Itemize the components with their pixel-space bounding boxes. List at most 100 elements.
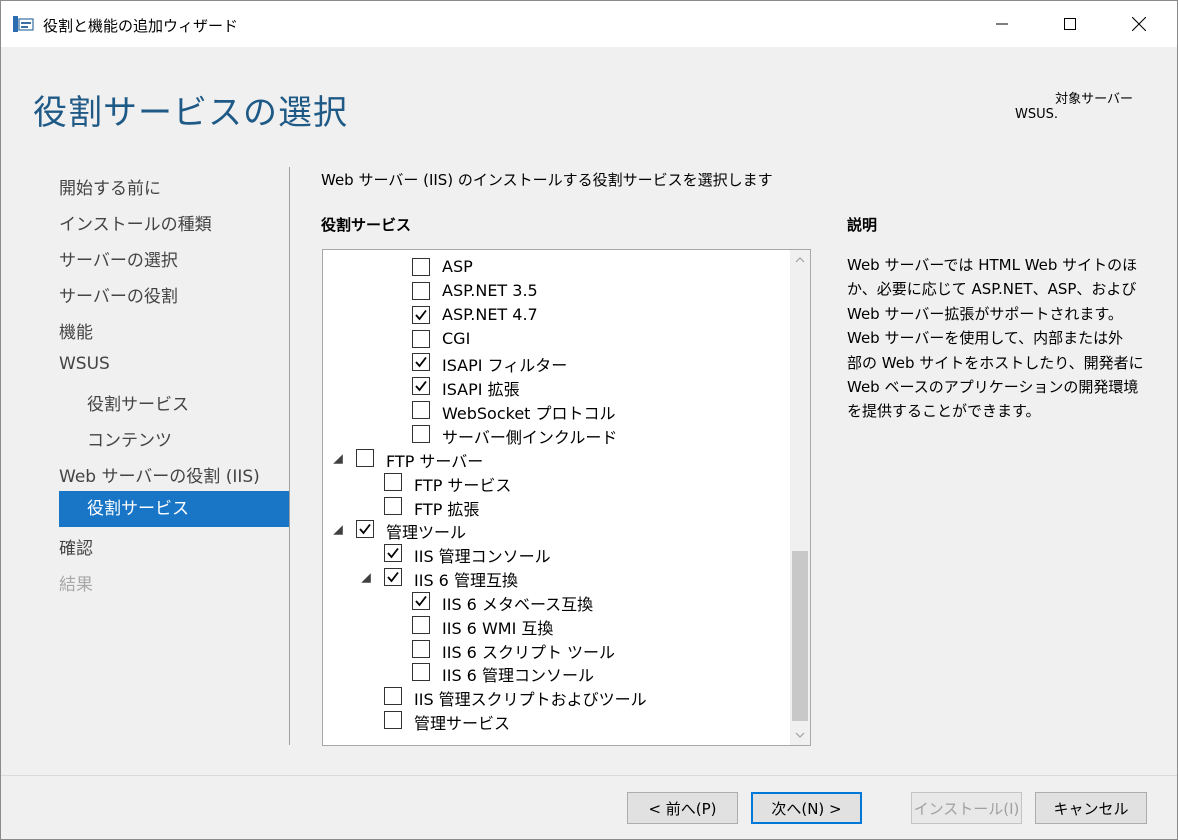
- nav-item-features[interactable]: 機能: [59, 318, 93, 343]
- tree-row-label: IIS 6 スクリプト ツール: [442, 642, 616, 662]
- nav-divider: [289, 167, 290, 745]
- tree-row-label: IIS 6 管理コンソール: [442, 666, 594, 686]
- checkbox[interactable]: [384, 496, 402, 515]
- expanded-triangle-icon[interactable]: [360, 572, 372, 584]
- nav-item-installation-type[interactable]: インストールの種類: [59, 210, 212, 235]
- checkbox[interactable]: [384, 687, 402, 706]
- checkbox[interactable]: [412, 281, 430, 300]
- tree-row[interactable]: IIS 6 WMI 互換: [323, 614, 783, 638]
- checkbox[interactable]: [384, 544, 402, 563]
- instruction-text: Web サーバー (IIS) のインストールする役割サービスを選択します: [321, 171, 773, 189]
- wizard-window: 役割と機能の追加ウィザード 役割サービスの選択 対象サーバー WSUS. 開始す…: [0, 0, 1178, 840]
- checkbox[interactable]: [412, 401, 430, 420]
- description-line: Web サーバーでは HTML Web サイトのほ: [847, 256, 1138, 274]
- checkbox[interactable]: [412, 591, 430, 610]
- nav-item-web-server-role[interactable]: Web サーバーの役割 (IIS): [59, 462, 260, 487]
- tree-row[interactable]: ISAPI 拡張: [323, 375, 783, 399]
- checkbox[interactable]: [412, 305, 430, 324]
- check-icon: [415, 309, 427, 321]
- tree-row[interactable]: IIS 6 メタベース互換: [323, 590, 783, 614]
- description-line: 部の Web サイトをホストしたり、開発者に: [847, 353, 1144, 372]
- tree-scrollbar[interactable]: [790, 250, 810, 745]
- expanded-triangle-icon[interactable]: [332, 524, 344, 536]
- check-icon: [415, 381, 427, 392]
- close-button[interactable]: [1116, 1, 1162, 47]
- description-line: か、必要に応じて ASP.NET、ASP、および: [847, 280, 1137, 299]
- checkbox[interactable]: [356, 520, 374, 539]
- install-button: インストール(I): [911, 792, 1022, 824]
- nav-item-iis-role-services[interactable]: 役割サービス: [59, 491, 289, 527]
- tree-row-label: IIS 管理コンソール: [414, 547, 551, 567]
- tree-row[interactable]: IIS 管理スクリプトおよびツール: [323, 685, 783, 709]
- description-line: Web サーバー拡張がサポートされます。: [847, 304, 1123, 323]
- description-heading: 説明: [847, 216, 878, 234]
- tree-row-label: ASP.NET 4.7: [442, 304, 538, 324]
- tree-row[interactable]: サーバー側インクルード: [323, 423, 783, 447]
- tree-row-label: FTP サーバー: [386, 451, 484, 471]
- minimize-button[interactable]: [979, 1, 1025, 47]
- tree-row[interactable]: FTP 拡張: [323, 495, 783, 519]
- role-services-tree[interactable]: ASP ASP.NET 3.5 ASP.NET 4.7 CGI ISAPI フィルター I…: [322, 249, 811, 746]
- tree-row[interactable]: IIS 6 管理コンソール: [323, 661, 783, 685]
- checkbox[interactable]: [384, 568, 402, 587]
- next-button[interactable]: 次へ(N) >: [751, 792, 862, 824]
- check-icon: [387, 548, 399, 559]
- checkbox[interactable]: [412, 377, 430, 396]
- tree-row[interactable]: WebSocket プロトコル: [323, 399, 783, 423]
- tree-row[interactable]: FTP サービス: [323, 471, 783, 495]
- cancel-button[interactable]: キャンセル: [1035, 792, 1147, 824]
- tree-row[interactable]: CGI: [323, 328, 783, 352]
- tree-row-label: FTP 拡張: [414, 499, 480, 519]
- tree-row-label: IIS 6 メタベース互換: [442, 594, 594, 614]
- checkbox[interactable]: [412, 258, 430, 276]
- footer-divider: [1, 775, 1177, 776]
- checkbox[interactable]: [412, 639, 430, 658]
- nav-item-before-you-begin[interactable]: 開始する前に: [59, 174, 161, 199]
- checkbox[interactable]: [356, 448, 374, 467]
- title-bar[interactable]: 役割と機能の追加ウィザード: [1, 1, 1177, 47]
- tree-row[interactable]: 管理ツール: [323, 518, 783, 542]
- tree-row[interactable]: IIS 6 管理互換: [323, 566, 783, 590]
- role-services-heading: 役割サービス: [321, 216, 412, 234]
- previous-button[interactable]: < 前へ(P): [627, 792, 738, 824]
- nav-item-wsus-content[interactable]: コンテンツ: [87, 426, 172, 451]
- maximize-icon: [1064, 18, 1076, 30]
- tree-row[interactable]: IIS 6 スクリプト ツール: [323, 638, 783, 662]
- target-server-label: 対象サーバー: [1055, 92, 1133, 107]
- target-server-value: WSUS.: [1015, 107, 1059, 122]
- nav-item-server-roles[interactable]: サーバーの役割: [59, 282, 178, 307]
- nav-item-results: 結果: [59, 575, 93, 595]
- tree-row-label: IIS 6 管理互換: [414, 571, 518, 591]
- tree-row-label: ISAPI 拡張: [442, 380, 520, 400]
- check-icon: [415, 595, 427, 607]
- checkbox[interactable]: [412, 353, 430, 372]
- checkbox[interactable]: [412, 424, 430, 443]
- tree-row[interactable]: 管理サービス: [323, 709, 783, 733]
- scroll-thumb[interactable]: [792, 551, 808, 721]
- checkbox[interactable]: [384, 472, 402, 491]
- checkbox[interactable]: [384, 711, 402, 730]
- maximize-button[interactable]: [1047, 1, 1093, 47]
- tree-row[interactable]: ASP.NET 4.7: [323, 304, 783, 328]
- tree-row-label: サーバー側インクルード: [442, 427, 618, 447]
- checkbox[interactable]: [412, 615, 430, 634]
- tree-row[interactable]: ASP: [323, 256, 783, 280]
- checkbox[interactable]: [412, 329, 430, 348]
- tree-row-label: FTP サービス: [414, 475, 512, 495]
- tree-row[interactable]: FTP サーバー: [323, 447, 783, 471]
- nav-item-server-selection[interactable]: サーバーの選択: [59, 246, 178, 271]
- nav-item-wsus-role-services[interactable]: 役割サービス: [87, 390, 189, 415]
- checkbox[interactable]: [412, 663, 430, 682]
- scroll-up-button[interactable]: [790, 250, 810, 270]
- nav-item-confirmation[interactable]: 確認: [59, 534, 93, 559]
- tree-row[interactable]: IIS 管理コンソール: [323, 542, 783, 566]
- expanded-triangle-icon[interactable]: [332, 453, 344, 465]
- description-line: Web ベースのアプリケーションの開発環境: [847, 378, 1139, 397]
- page-title: 役割サービスの選択: [33, 93, 348, 133]
- scroll-down-button[interactable]: [790, 725, 810, 745]
- tree-row[interactable]: ASP.NET 3.5: [323, 280, 783, 304]
- tree-row-label: ISAPI フィルター: [442, 356, 568, 376]
- window-title: 役割と機能の追加ウィザード: [43, 17, 239, 35]
- tree-row[interactable]: ISAPI フィルター: [323, 351, 783, 375]
- nav-item-wsus[interactable]: WSUS: [59, 354, 110, 374]
